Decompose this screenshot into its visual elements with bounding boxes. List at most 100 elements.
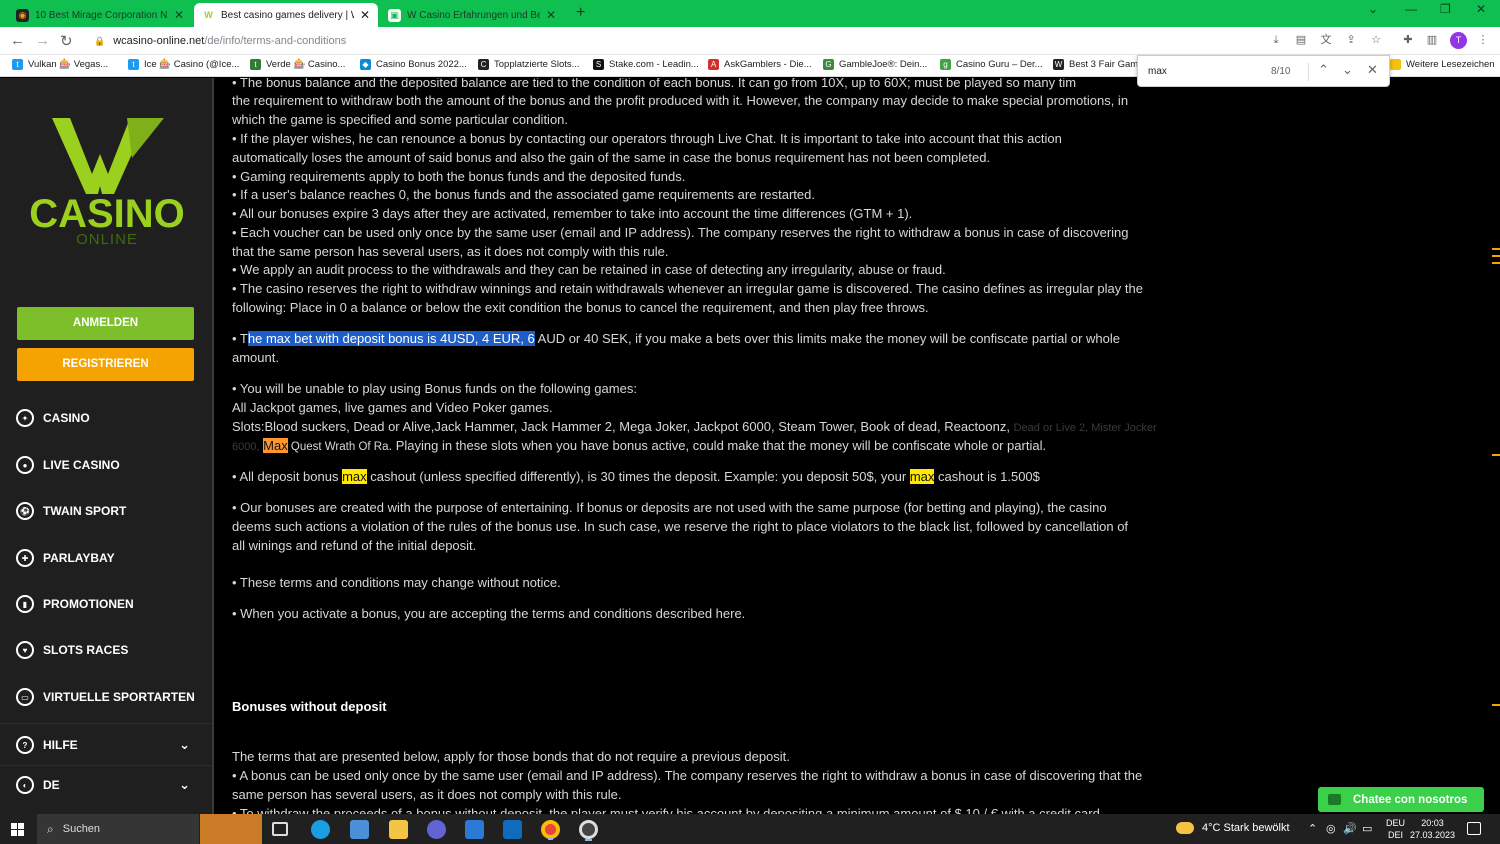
- new-tab-icon[interactable]: +: [576, 4, 585, 22]
- bookmark-item[interactable]: G GambleJoe®: Dein...: [823, 59, 927, 70]
- scrollbar-match-marker: [1492, 454, 1500, 456]
- bookmark-item[interactable]: t Ice 🎰 Casino (@Ice...: [128, 59, 239, 70]
- find-close-icon[interactable]: ✕: [1367, 62, 1378, 78]
- wcasino-logo[interactable]: CASINO ONLINE: [12, 116, 202, 246]
- text-selection: bet with deposit bonus is 4USD, 4 EUR, 6: [290, 331, 535, 346]
- browser-tab-strip: ◉ 10 Best Mirage Corporation N.V. ✕ W Be…: [0, 0, 1500, 27]
- terms-paragraph: • Gaming requirements apply to both the …: [232, 169, 686, 184]
- sidebar-item-hilfe[interactable]: ? HILFE ⌄: [16, 733, 196, 757]
- tab-review[interactable]: ▣ W Casino Erfahrungen und Bewe ✕: [380, 3, 564, 27]
- virtual-sport-icon: ▭: [16, 688, 34, 706]
- terms-paragraph: same person has several users, as it doe…: [232, 787, 622, 802]
- forward-icon[interactable]: →: [35, 32, 50, 49]
- media-app-icon[interactable]: [427, 820, 446, 839]
- sidebar-item-slots-races[interactable]: ♥ SLOTS RACES: [16, 638, 196, 662]
- address-bar[interactable]: 🔒 wcasino-online.net/de/info/terms-and-c…: [84, 30, 1294, 52]
- help-icon: ?: [16, 736, 34, 754]
- register-button[interactable]: REGISTRIEREN: [17, 348, 194, 381]
- sidebar-item-promotionen[interactable]: ▮ PROMOTIONEN: [16, 592, 196, 616]
- tab-title: W Casino Erfahrungen und Bewe: [407, 9, 540, 21]
- parlaybay-icon: ✚: [16, 549, 34, 567]
- excluded-slots-list: Slots:Blood suckers, Dead or Alive,Jack …: [232, 419, 1157, 434]
- file-explorer-icon[interactable]: [389, 820, 408, 839]
- close-tab-icon[interactable]: ✕: [174, 8, 184, 22]
- mail-icon[interactable]: [503, 820, 522, 839]
- task-view-icon[interactable]: [272, 822, 288, 836]
- side-panel-icon[interactable]: ▥: [1425, 33, 1439, 47]
- input-language[interactable]: DEU DEI: [1386, 817, 1405, 841]
- logo-casino-text: CASINO: [29, 192, 185, 236]
- weather-widget[interactable]: 4°C Stark bewölkt: [1176, 822, 1290, 834]
- terms-paragraph: The terms that are presented below, appl…: [232, 749, 790, 764]
- install-icon[interactable]: ⤓: [1269, 33, 1283, 47]
- window-close-icon[interactable]: ✕: [1476, 2, 1486, 16]
- login-button[interactable]: ANMELDEN: [17, 307, 194, 340]
- calculator-icon[interactable]: [465, 820, 484, 839]
- search-highlight-image[interactable]: [200, 814, 262, 844]
- screenshot-icon[interactable]: ▤: [1294, 33, 1308, 47]
- find-prev-icon[interactable]: ⌃: [1318, 62, 1329, 78]
- display-icon[interactable]: ▭: [1362, 822, 1372, 835]
- terms-paragraph: • When you activate a bonus, you are acc…: [232, 606, 746, 621]
- chrome-icon[interactable]: [541, 820, 560, 840]
- minimize-icon[interactable]: —: [1405, 2, 1417, 16]
- sidebar-item-language[interactable]: ◐ DE ⌄: [16, 773, 196, 797]
- bookmark-item[interactable]: g Casino Guru – Der...: [940, 59, 1043, 70]
- bookmark-item[interactable]: A AskGamblers - Die...: [708, 59, 812, 70]
- bookmark-star-icon[interactable]: ☆: [1369, 33, 1383, 47]
- find-next-icon[interactable]: ⌄: [1342, 62, 1353, 78]
- tab-wcasino[interactable]: W Best casino games delivery | WCas ✕: [194, 3, 378, 27]
- network-icon[interactable]: ◎: [1326, 822, 1336, 835]
- edge-icon[interactable]: [311, 820, 330, 839]
- bookmark-item[interactable]: S Stake.com - Leadin...: [593, 59, 699, 70]
- profile-avatar[interactable]: T: [1450, 32, 1467, 49]
- lock-icon: 🔒: [94, 35, 106, 46]
- maximize-icon[interactable]: ❐: [1440, 2, 1451, 16]
- notification-icon[interactable]: [1467, 822, 1481, 835]
- sidebar-item-live-casino[interactable]: ● LIVE CASINO: [16, 453, 196, 477]
- tab-mirage[interactable]: ◉ 10 Best Mirage Corporation N.V. ✕: [8, 3, 192, 27]
- bookmark-item[interactable]: W Best 3 Fair Gam: [1053, 59, 1138, 70]
- share-icon[interactable]: ⇪: [1344, 33, 1358, 47]
- terms-paragraph: • These terms and conditions may change …: [232, 575, 561, 590]
- reload-icon[interactable]: ↻: [60, 32, 73, 50]
- sidebar-item-casino[interactable]: ✦ CASINO: [16, 406, 196, 430]
- store-icon[interactable]: [350, 820, 369, 839]
- sidebar-divider: [0, 723, 212, 724]
- live-casino-icon: ●: [16, 456, 34, 474]
- extensions-icon[interactable]: ✚: [1401, 33, 1415, 47]
- back-icon[interactable]: ←: [10, 32, 25, 49]
- terms-paragraph: • If the player wishes, he can renounce …: [232, 131, 1062, 146]
- sidebar-item-twain-sport[interactable]: ⚽ TWAIN SPORT: [16, 499, 196, 523]
- tray-overflow-icon[interactable]: ⌃: [1308, 822, 1317, 835]
- bookmark-item[interactable]: C Topplatzierte Slots...: [478, 59, 580, 70]
- sidebar-item-virtuelle-sportarten[interactable]: ▭ VIRTUELLE SPORTARTEN: [16, 685, 196, 709]
- chevron-down-icon: ⌄: [179, 737, 190, 752]
- taskbar-clock[interactable]: 20:03 27.03.2023: [1410, 817, 1455, 841]
- volume-icon[interactable]: 🔊: [1343, 822, 1357, 835]
- terms-paragraph: • The casino reserves the right to withd…: [232, 281, 1143, 296]
- scrollbar-match-marker: [1492, 704, 1500, 706]
- other-bookmarks[interactable]: Weitere Lesezeichen: [1390, 59, 1495, 70]
- tab-search-chevron-icon[interactable]: ⌄: [1368, 2, 1378, 16]
- bookmark-item[interactable]: ◆ Casino Bonus 2022...: [360, 59, 467, 70]
- tab-title: 10 Best Mirage Corporation N.V.: [35, 9, 168, 21]
- translate-icon[interactable]: 文: [1319, 33, 1333, 47]
- terms-paragraph: • A bonus can be used only once by the s…: [232, 768, 1143, 783]
- menu-kebab-icon[interactable]: ⋮: [1476, 33, 1490, 47]
- windows-taskbar: ⌕ Suchen 4°C Stark bewölkt ⌃ ◎ 🔊 ▭ DEU DEI…: [0, 814, 1500, 844]
- find-input[interactable]: max: [1148, 66, 1167, 77]
- bookmark-item[interactable]: t Vulkan 🎰 Vegas...: [12, 59, 108, 70]
- bookmark-item[interactable]: t Verde 🎰 Casino...: [250, 59, 345, 70]
- taskbar-search-box[interactable]: ⌕ Suchen: [37, 814, 199, 844]
- scrollbar-match-marker: [1492, 248, 1500, 250]
- text-selection: he: [247, 331, 266, 346]
- recording-app-icon[interactable]: [579, 820, 598, 841]
- live-chat-button[interactable]: Chatee con nosotros: [1318, 787, 1484, 812]
- sidebar-item-parlaybay[interactable]: ✚ PARLAYBAY: [16, 546, 196, 570]
- windows-start-icon[interactable]: [11, 823, 24, 836]
- close-tab-icon[interactable]: ✕: [546, 8, 556, 22]
- gift-icon: ▮: [16, 595, 34, 613]
- chevron-down-icon: ⌄: [179, 777, 190, 792]
- close-tab-icon[interactable]: ✕: [360, 8, 370, 22]
